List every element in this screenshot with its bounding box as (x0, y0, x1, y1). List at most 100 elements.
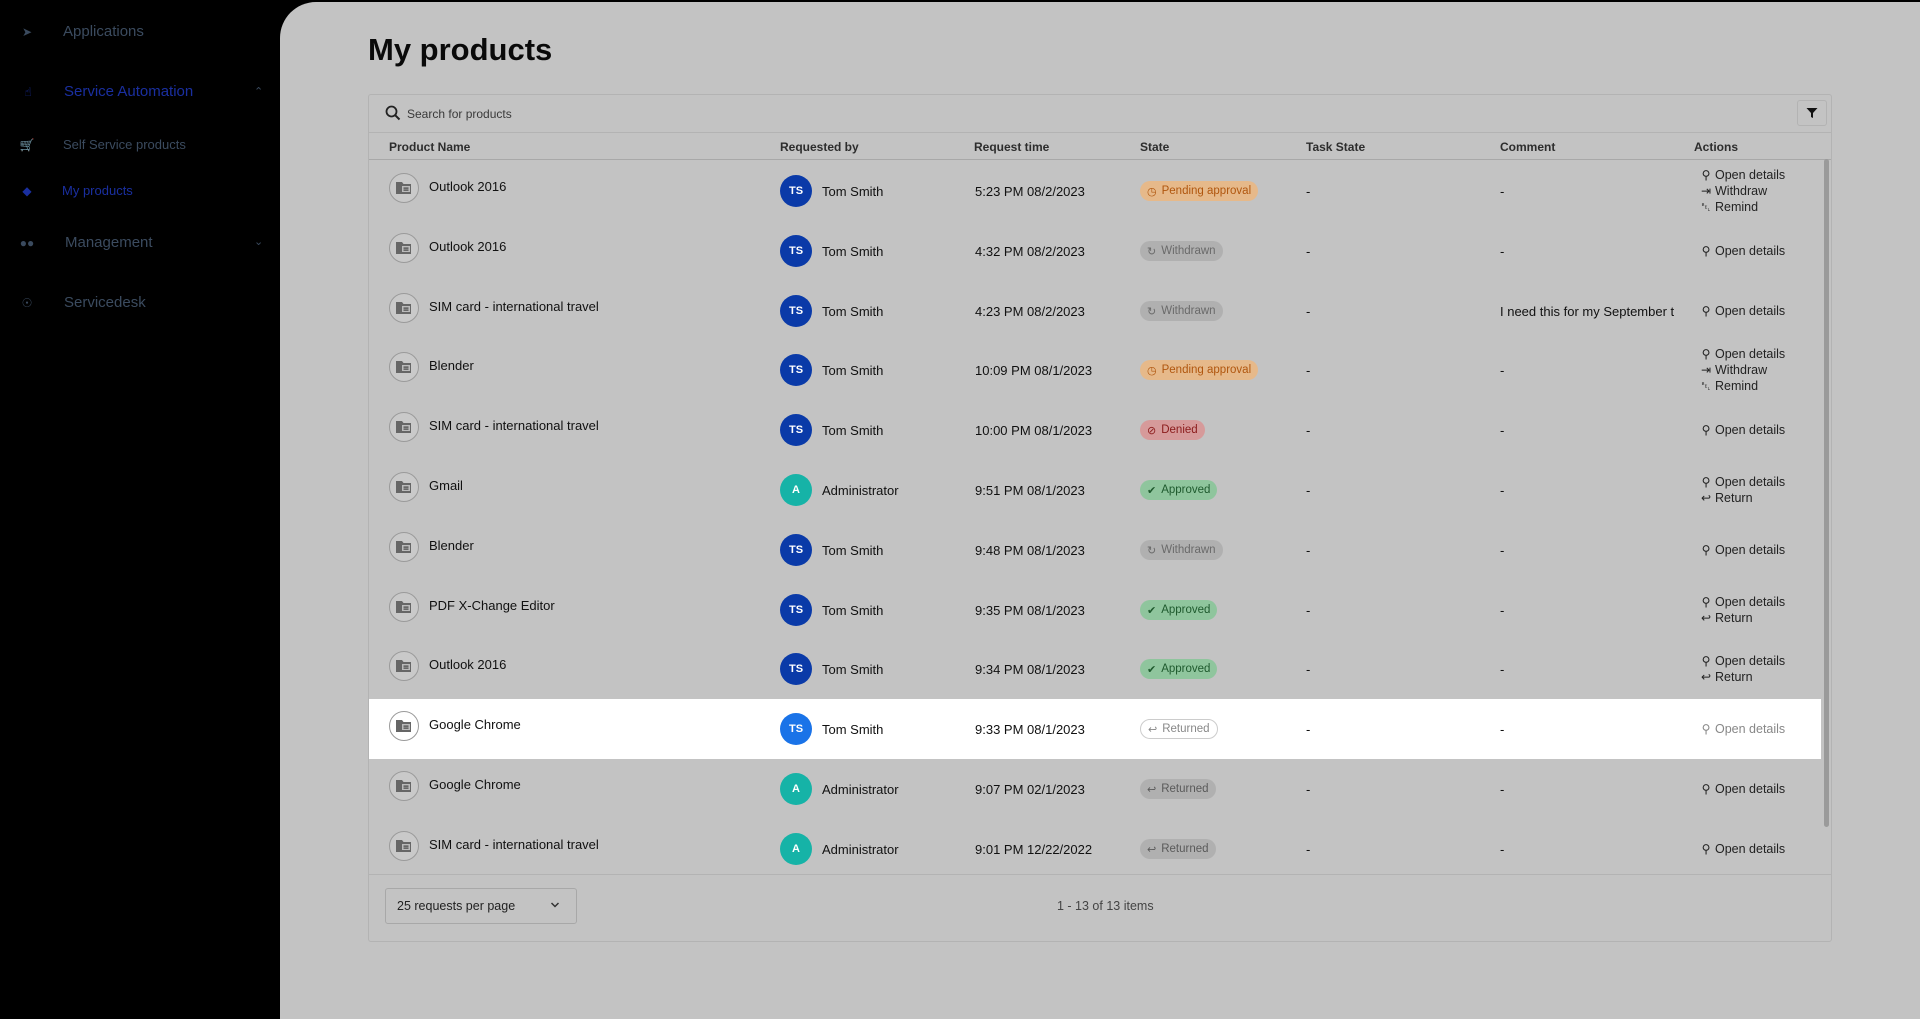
product-name: Outlook 2016 (429, 657, 507, 672)
chevron-down-icon[interactable]: ⌄ (254, 235, 263, 248)
action-label: Return (1715, 491, 1753, 505)
product-name: Google Chrome (429, 777, 521, 792)
request-time: 5:23 PM 08/2/2023 (975, 183, 1085, 199)
table-row[interactable]: Outlook 2016 TS Tom Smith 9:34 PM 08/1/2023… (369, 639, 1821, 699)
action-label: Withdraw (1715, 363, 1768, 377)
state-cell: ◷ Pending approval (1140, 161, 1259, 221)
avatar: A (780, 833, 812, 865)
filter-button[interactable] (1797, 100, 1827, 126)
table-row[interactable]: Outlook 2016 TS Tom Smith 4:32 PM 08/2/2023… (369, 221, 1821, 281)
table-row[interactable]: SIM card - international travel TS Tom Smi… (369, 400, 1821, 460)
sidebar-item-my-products[interactable]: ◆ My products (0, 176, 280, 206)
return-action[interactable]: ↩ Return (1699, 490, 1785, 506)
table-row[interactable]: Google Chrome TS Tom Smith 9:33 PM 08/1/202… (369, 699, 1821, 759)
search-icon: ⚲ (1701, 244, 1711, 258)
open-details-action[interactable]: ⚲ Open details (1699, 243, 1786, 259)
status-label: Approved (1161, 484, 1211, 496)
comment: - (1500, 362, 1505, 378)
task-state: - (1306, 303, 1311, 319)
clock-icon: ◷ (1147, 185, 1157, 198)
actions-cell: ⚲ Open details ⇥ Withdraw ␇ Remind (1699, 340, 1785, 400)
sidebar-item-applications[interactable]: ➤ Applications (0, 17, 280, 47)
sidebar-item-self-service-products[interactable]: 🛒 Self Service products (0, 130, 280, 160)
table-row[interactable]: SIM card - international travel TS Tom Smi… (369, 281, 1821, 341)
per-page-select[interactable]: 25 requests per page (385, 888, 577, 924)
sidebar-item-label: Servicedesk (64, 294, 146, 311)
column-header-task-state[interactable]: Task State (1306, 140, 1365, 154)
return-action[interactable]: ↩ Return (1699, 610, 1785, 626)
task-state: - (1306, 721, 1311, 737)
table-row[interactable]: Blender TS Tom Smith 9:48 PM 08/1/2023 ↻ With… (369, 520, 1821, 580)
open-details-action[interactable]: ⚲ Open details (1699, 721, 1786, 737)
table-row[interactable]: Google Chrome A Administrator 9:07 PM 02/1/… (369, 759, 1821, 819)
search-icon: ⚲ (1701, 423, 1711, 437)
action-label: Open details (1715, 654, 1786, 668)
column-header-requested-by[interactable]: Requested by (780, 140, 859, 154)
table-row[interactable]: PDF X-Change Editor TS Tom Smith 9:35 PM 08… (369, 580, 1821, 640)
sidebar-item-service-automation[interactable]: ☝ Service Automation ⌃ (0, 77, 280, 107)
status-label: Withdrawn (1161, 544, 1216, 556)
open-details-action[interactable]: ⚲ Open details (1699, 594, 1786, 610)
product-name: PDF X-Change Editor (429, 598, 555, 613)
open-details-action[interactable]: ⚲ Open details (1699, 542, 1786, 558)
status-label: Approved (1161, 604, 1211, 616)
table-row[interactable]: Gmail A Administrator 9:51 PM 08/1/2023 ✔ App… (369, 460, 1821, 520)
avatar: TS (780, 534, 812, 566)
column-header-comment[interactable]: Comment (1500, 140, 1555, 154)
withdraw-action[interactable]: ⇥ Withdraw (1699, 183, 1785, 199)
search-icon: ⚲ (1701, 595, 1711, 609)
open-details-action[interactable]: ⚲ Open details (1699, 653, 1786, 669)
open-details-action[interactable]: ⚲ Open details (1699, 422, 1786, 438)
open-details-action[interactable]: ⚲ Open details (1699, 841, 1786, 857)
table-scrollbar[interactable] (1824, 159, 1829, 827)
table-row[interactable]: SIM card - international travel A Administ… (369, 819, 1821, 875)
task-state: - (1306, 602, 1311, 618)
request-time: 10:09 PM 08/1/2023 (975, 362, 1093, 378)
action-label: Open details (1715, 423, 1786, 437)
sidebar-item-management[interactable]: ●● Management ⌄ (0, 228, 280, 258)
actions-cell: ⚲ Open details (1699, 400, 1786, 460)
avatar: TS (780, 713, 812, 745)
remind-action[interactable]: ␇ Remind (1699, 378, 1785, 394)
action-label: Remind (1715, 200, 1759, 214)
action-label: Open details (1715, 168, 1786, 182)
return-action[interactable]: ↩ Return (1699, 669, 1785, 685)
column-header-state[interactable]: State (1140, 140, 1169, 154)
open-details-action[interactable]: ⚲ Open details (1699, 346, 1786, 362)
check-circle-icon: ✔ (1147, 484, 1157, 497)
withdraw-action[interactable]: ⇥ Withdraw (1699, 362, 1785, 378)
chevron-up-icon[interactable]: ⌃ (254, 85, 263, 98)
open-details-action[interactable]: ⚲ Open details (1699, 167, 1786, 183)
reply-icon: ↩ (1700, 670, 1712, 684)
search-icon: ⚲ (1701, 304, 1711, 318)
open-details-action[interactable]: ⚲ Open details (1699, 303, 1786, 319)
state-cell: ↻ Withdrawn (1140, 520, 1223, 580)
column-header-request-time[interactable]: Request time (974, 140, 1049, 154)
action-label: Open details (1715, 842, 1786, 856)
open-details-action[interactable]: ⚲ Open details (1699, 781, 1786, 797)
task-state: - (1306, 841, 1311, 857)
product-icon (389, 592, 419, 622)
action-label: Open details (1715, 304, 1786, 318)
table-row[interactable]: Blender TS Tom Smith 10:09 PM 08/1/2023 ◷ Pen… (369, 340, 1821, 400)
sidebar-item-servicedesk[interactable]: ☉ Servicedesk (0, 288, 280, 318)
status-badge: ↻ Withdrawn (1140, 301, 1223, 321)
column-header-product-name[interactable]: Product Name (389, 140, 470, 154)
refresh-icon: ↻ (1147, 305, 1157, 318)
product-name: Outlook 2016 (429, 239, 507, 254)
table-row[interactable]: Outlook 2016 TS Tom Smith 5:23 PM 08/2/2023… (369, 161, 1821, 221)
reply-icon: ↩ (1700, 491, 1712, 505)
remind-action[interactable]: ␇ Remind (1699, 199, 1785, 215)
open-details-action[interactable]: ⚲ Open details (1699, 474, 1786, 490)
main-content: My products Product Name Requested by Re… (280, 2, 1920, 1019)
requested-by-cell: A Administrator (780, 759, 899, 819)
search-icon: ⚲ (1701, 475, 1711, 489)
search-input[interactable] (407, 103, 1557, 125)
requested-by-cell: TS Tom Smith (780, 400, 883, 460)
return-icon: ↩ (1147, 843, 1157, 856)
actions-cell: ⚲ Open details ⇥ Withdraw ␇ Remind (1699, 161, 1785, 221)
bell-icon: ␇ (1701, 379, 1711, 393)
requester-name: Tom Smith (822, 542, 884, 558)
action-label: Remind (1715, 379, 1759, 393)
state-cell: ◷ Pending approval (1140, 340, 1259, 400)
